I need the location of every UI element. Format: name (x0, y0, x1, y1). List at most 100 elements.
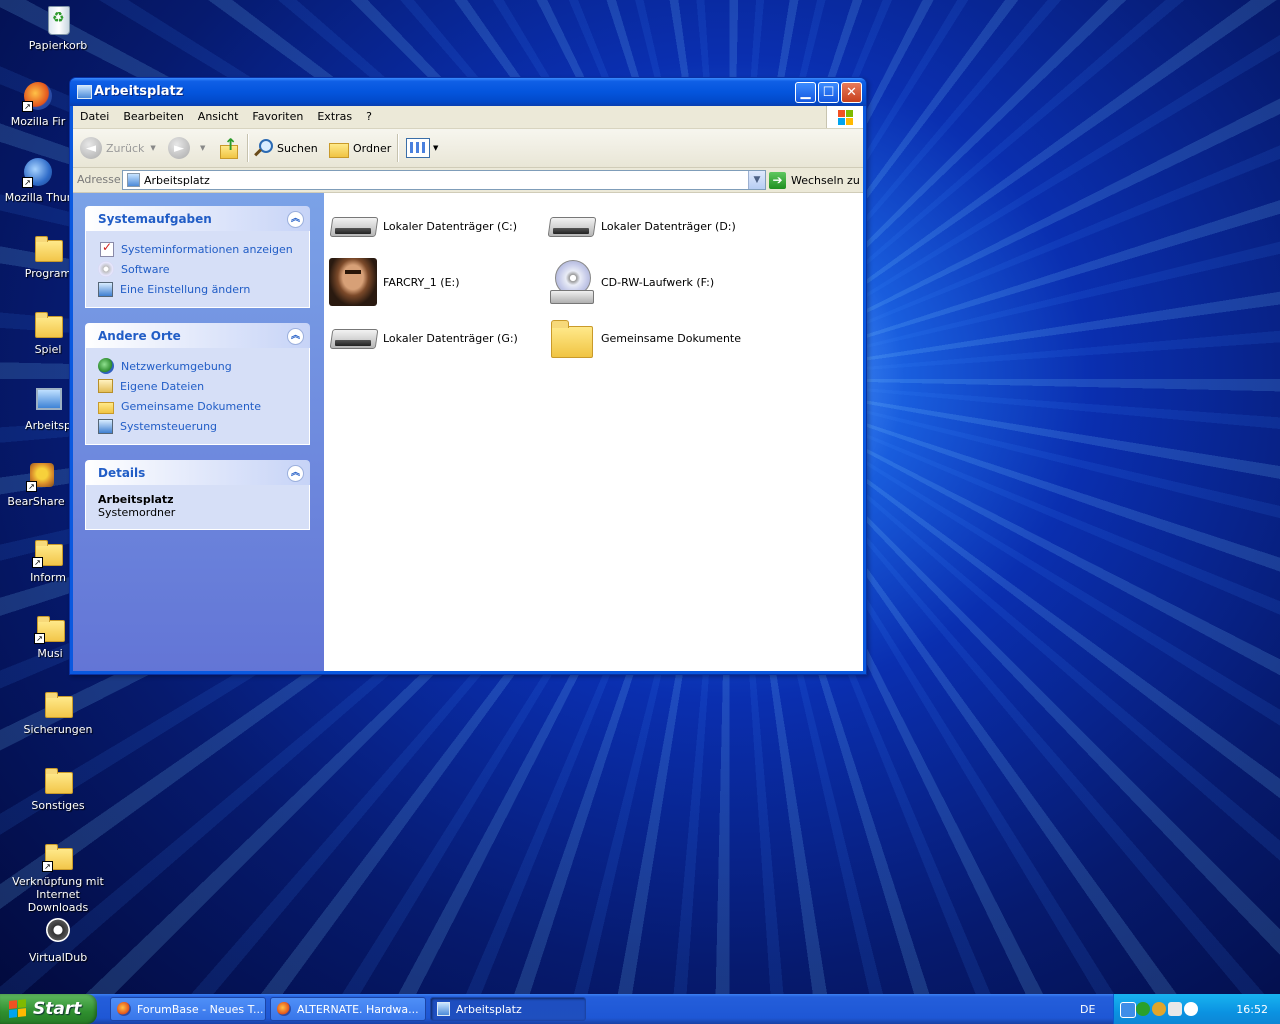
forward-button[interactable]: ► ▼ (168, 134, 205, 162)
folder-icon (547, 314, 595, 362)
toolbar: ◄ Zurück ▼ ► ▼ Suchen Ordner (73, 129, 863, 168)
panel-title: Andere Orte (98, 329, 181, 343)
start-button[interactable]: Start (0, 994, 97, 1024)
close-button[interactable]: ✕ (841, 82, 862, 103)
folders-button[interactable]: Ordner (327, 134, 391, 162)
explorer-window[interactable]: Arbeitsplatz ▁ ☐ ✕ Datei Bearbeiten Ansich… (69, 77, 867, 675)
link-label: Software (121, 262, 170, 276)
tray-expand-icon[interactable] (1120, 1002, 1136, 1018)
gear-icon (46, 918, 70, 942)
collapse-icon[interactable]: ︽ (287, 465, 304, 482)
desktop-icon-recycle-bin[interactable]: Papierkorb (10, 4, 106, 52)
drive-item-e[interactable]: FARCRY_1 (E:) (329, 257, 539, 307)
back-button[interactable]: ◄ Zurück ▼ (80, 134, 156, 162)
tray-bearshare-icon[interactable] (1152, 1002, 1166, 1016)
recycle-bin-icon (48, 6, 70, 35)
link-my-documents[interactable]: Eigene Dateien (98, 376, 309, 396)
address-label: Adresse (77, 173, 121, 186)
menu-help[interactable]: ? (359, 106, 379, 123)
link-label: Eigene Dateien (120, 379, 205, 393)
folder-icon (45, 692, 73, 718)
link-software[interactable]: Software (98, 259, 309, 279)
go-arrow-icon: ➔ (769, 171, 786, 189)
hard-drive-icon (329, 202, 377, 250)
taskbar-button-alternate[interactable]: ALTERNATE. Hardwa... (270, 997, 426, 1021)
tray-drive-icon[interactable] (1168, 1002, 1182, 1016)
panel-system-tasks: Systemaufgaben ︽ Systeminformationen anz… (85, 206, 310, 308)
maximize-button[interactable]: ☐ (818, 82, 839, 103)
panel-header[interactable]: Systemaufgaben ︽ (85, 206, 310, 231)
item-label: Lokaler Datenträger (C:) (383, 219, 518, 233)
close-icon: ✕ (846, 85, 857, 100)
panel-title: Systemaufgaben (98, 212, 212, 226)
windows-logo-icon (9, 999, 27, 1019)
clock: 16:52 (1236, 1003, 1268, 1016)
panel-header[interactable]: Andere Orte ︽ (85, 323, 310, 348)
menu-tools[interactable]: Extras (310, 106, 359, 123)
go-button[interactable]: ➔ Wechseln zu (769, 170, 860, 190)
taskbar-button-forumbase[interactable]: ForumBase - Neues T... (110, 997, 266, 1021)
views-button[interactable]: ▼ (406, 134, 438, 162)
folder-icon (45, 768, 73, 794)
item-label: Gemeinsame Dokumente (601, 331, 741, 345)
address-dropdown-button[interactable]: ▼ (748, 171, 765, 189)
folder-up-icon (217, 135, 239, 159)
desktop-icon-label: Papierkorb (28, 39, 88, 52)
tray-speaker-icon[interactable] (1184, 1002, 1198, 1016)
desktop-icon-internet-downloads[interactable]: ↗ Verknüpfung mit Internet Downloads (10, 840, 106, 914)
drive-item-g[interactable]: Lokaler Datenträger (G:) (329, 313, 539, 363)
link-change-setting[interactable]: Eine Einstellung ändern (98, 279, 309, 299)
folders-icon (327, 138, 349, 158)
details-type: Systemordner (98, 506, 176, 519)
task-label: ForumBase - Neues T... (137, 1002, 264, 1016)
up-button[interactable] (217, 134, 239, 162)
search-icon (253, 138, 273, 158)
link-shared-documents[interactable]: Gemeinsame Dokumente (98, 396, 309, 416)
minimize-button[interactable]: ▁ (795, 82, 816, 103)
link-network[interactable]: Netzwerkumgebung (98, 356, 309, 376)
task-label: ALTERNATE. Hardwa... (297, 1002, 419, 1016)
link-system-info[interactable]: Systeminformationen anzeigen (98, 239, 309, 259)
taskbar: Start ForumBase - Neues T... ALTERNATE. … (0, 994, 1280, 1024)
collapse-icon[interactable]: ︽ (287, 211, 304, 228)
menu-favorites[interactable]: Favoriten (245, 106, 310, 123)
menu-view[interactable]: Ansicht (191, 106, 246, 123)
desktop-icon-label: Sicherungen (23, 723, 93, 736)
search-button[interactable]: Suchen (253, 134, 318, 162)
title-bar[interactable]: Arbeitsplatz ▁ ☐ ✕ (70, 78, 866, 106)
shared-documents-item[interactable]: Gemeinsame Dokumente (547, 313, 757, 363)
chevron-down-icon[interactable]: ▼ (200, 144, 205, 152)
link-control-panel[interactable]: Systemsteuerung (98, 416, 309, 436)
panel-other-places: Andere Orte ︽ Netzwerkumgebung Eigene Da… (85, 323, 310, 445)
item-label: Lokaler Datenträger (G:) (383, 331, 518, 345)
language-indicator[interactable]: DE (1080, 1003, 1095, 1016)
address-bar: Adresse Arbeitsplatz ▼ ➔ Wechseln zu (73, 168, 863, 193)
link-label: Gemeinsame Dokumente (121, 399, 261, 413)
desktop-icon-misc[interactable]: Sonstiges (10, 764, 106, 812)
desktop-icon-backups[interactable]: Sicherungen (10, 688, 106, 736)
software-icon (98, 261, 114, 277)
menu-edit[interactable]: Bearbeiten (116, 106, 190, 123)
panel-header[interactable]: Details ︽ (85, 460, 310, 485)
drive-item-c[interactable]: Lokaler Datenträger (C:) (329, 201, 539, 251)
chevron-down-icon[interactable]: ▼ (150, 144, 155, 152)
address-input[interactable]: Arbeitsplatz ▼ (122, 170, 766, 190)
tray-eye-icon[interactable] (1136, 1002, 1150, 1016)
link-label: Systeminformationen anzeigen (121, 242, 293, 256)
drive-item-d[interactable]: Lokaler Datenträger (D:) (547, 201, 757, 251)
task-pane: Systemaufgaben ︽ Systeminformationen anz… (73, 193, 324, 671)
my-computer-icon (77, 85, 92, 99)
link-label: Systemsteuerung (120, 419, 218, 433)
back-label: Zurück (106, 141, 145, 155)
collapse-icon[interactable]: ︽ (287, 328, 304, 345)
drive-item-f[interactable]: CD-RW-Laufwerk (F:) (547, 257, 757, 307)
menu-file[interactable]: Datei (73, 106, 116, 123)
system-info-icon (100, 240, 114, 257)
desktop-icon-label: Sonstiges (31, 799, 85, 812)
firefox-icon (277, 1002, 291, 1016)
folder-icon (35, 312, 63, 338)
desktop-icon-virtualdub[interactable]: VirtualDub (10, 916, 106, 964)
taskbar-button-arbeitsplatz[interactable]: Arbeitsplatz (430, 997, 586, 1021)
game-disc-icon (329, 258, 377, 306)
content-area: Systemaufgaben ︽ Systeminformationen anz… (73, 193, 863, 671)
